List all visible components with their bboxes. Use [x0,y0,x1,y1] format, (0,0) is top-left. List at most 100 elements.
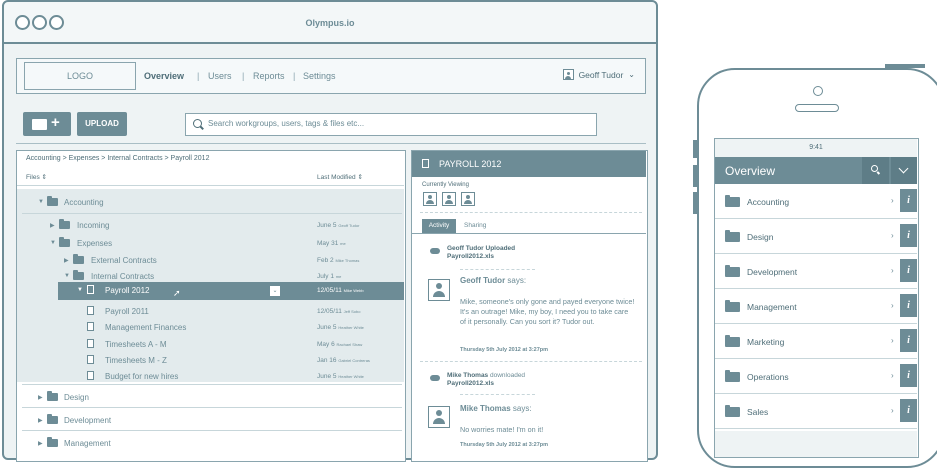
currently-viewing-label: Currently Viewing [422,182,469,188]
new-folder-button[interactable]: + [23,112,71,136]
chevron-right-icon: › [891,406,894,415]
folder-icon [59,219,70,229]
folder-name: Design [64,393,89,402]
info-button[interactable]: i [900,329,917,352]
viewer-avatar[interactable] [461,192,475,206]
caret-down-icon[interactable]: ▼ [64,273,70,279]
comment-author: Mike Thomas says: [460,404,532,413]
row-options-dropdown[interactable]: ⌄ [270,286,280,296]
plus-icon: + [51,114,60,131]
nav-reports[interactable]: Reports [253,71,285,81]
nav-settings[interactable]: Settings [303,71,336,81]
mobile-list-item-management[interactable]: Management › i [715,289,917,324]
info-button[interactable]: i [900,399,917,422]
comment-date: Thursday 5th July 2012 at 3:27pm [460,442,549,448]
event-actor: Mike Thomas [447,372,489,379]
document-icon [87,371,94,380]
mobile-list-item-accounting[interactable]: Accounting › i [715,184,917,219]
upload-cloud-icon [430,248,440,254]
file-detail-panel: PAYROLL 2012 Currently Viewing Activity … [411,150,648,462]
file-browser-panel: Accounting > Expenses > Internal Contrac… [16,150,406,462]
divider [16,143,646,144]
nav-users[interactable]: Users [208,71,232,81]
logo[interactable]: LOGO [24,62,136,90]
list-item-label: Design [747,232,774,242]
column-header-last-modified[interactable]: Last Modified ⇕ [317,173,363,181]
detail-title: PAYROLL 2012 [439,159,502,169]
upload-button[interactable]: UPLOAD [77,112,127,136]
comment-body: No worries mate! I'm on it! [460,425,544,434]
chevron-right-icon: › [891,371,894,380]
user-name: Geoff Tudor [578,69,624,80]
mobile-list-item-sales[interactable]: Sales › i [715,394,917,429]
comment-author: Geoff Tudor says: [460,276,527,285]
comment-avatar [428,279,450,301]
search-input[interactable]: Search workgroups, users, tags & files e… [185,113,597,136]
info-button[interactable]: i [900,364,917,387]
caret-down-icon[interactable]: ▼ [50,240,56,246]
divider [22,384,402,385]
nav-separator: | [242,71,245,81]
document-icon [87,339,94,348]
modified-date: June 5 Heather White [317,324,364,331]
comment-avatar [428,406,450,428]
info-button[interactable]: i [900,294,917,317]
info-button[interactable]: i [900,224,917,247]
comment-body: Mike, someone's only gone and payed ever… [460,297,635,326]
folder-icon [59,237,70,247]
folder-name: Accounting [64,198,104,207]
list-item-label: Management [747,302,797,312]
event-file-link[interactable]: Payroll2012.xls [447,380,494,387]
event-file-link[interactable]: Payroll2012.xls [447,253,494,260]
breadcrumb[interactable]: Accounting > Expenses > Internal Contrac… [26,155,209,162]
mobile-list-item-marketing[interactable]: Marketing › i [715,324,917,359]
caret-right-icon[interactable]: ▶ [38,440,43,447]
search-icon [193,119,202,128]
tree-row-management[interactable]: ▶ Management [17,432,404,455]
mobile-list-item-development[interactable]: Development › i [715,254,917,289]
nav-overview[interactable]: Overview [144,71,184,81]
list-item-label: Marketing [747,337,785,347]
tab-sharing[interactable]: Sharing [464,222,486,229]
tree-row-payroll-2012-selected[interactable]: ▼ Payroll 2012 ➚ ⌄ 12/05/11 Mike Webb [58,282,404,300]
folder-icon [47,437,58,447]
tree-row-accounting[interactable]: ▼ Accounting [17,191,404,214]
document-icon [87,322,94,331]
tree-row-development[interactable]: ▶ Development [17,409,404,432]
divider [17,185,404,186]
viewer-avatar[interactable] [442,192,456,206]
caret-right-icon[interactable]: ▶ [38,394,43,401]
column-header-files[interactable]: Files ⇕ [26,173,47,181]
info-button[interactable]: i [900,259,917,282]
caret-right-icon[interactable]: ▶ [50,222,55,229]
viewer-avatar[interactable] [423,192,437,206]
folder-icon [47,196,58,206]
file-name: Payroll 2012 [105,286,150,295]
caret-right-icon[interactable]: ▶ [64,257,69,264]
mobile-search-button[interactable] [862,157,889,184]
chevron-right-icon: › [891,266,894,275]
download-cloud-icon [430,375,440,381]
mobile-list-item-operations[interactable]: Operations › i [715,359,917,394]
browser-titlebar: Olympus.io [4,2,656,44]
mobile-menu-button[interactable] [891,157,917,184]
search-icon [871,165,878,172]
tree-row-design[interactable]: ▶ Design [17,386,404,409]
list-item-label: Accounting [747,197,790,207]
caret-right-icon[interactable]: ▶ [38,417,43,424]
mobile-list-item-design[interactable]: Design › i [715,219,917,254]
caret-down-icon[interactable]: ▼ [77,287,83,293]
tab-activity[interactable]: Activity [422,219,456,233]
folder-icon [725,230,740,242]
caret-down-icon[interactable]: ▼ [38,199,44,205]
file-name: Payroll 2011 [105,307,149,316]
file-name: Budget for new hires [105,372,179,381]
comment-date: Thursday 5th July 2012 at 3:27pm [460,347,549,353]
folder-icon [725,195,740,207]
activity-event: Geoff Tudor Uploaded Payroll2012.xls [447,245,515,261]
folder-icon [725,370,740,382]
user-menu[interactable]: Geoff Tudor ⌄ [562,69,635,80]
info-button[interactable]: i [900,189,917,212]
list-item-label: Sales [747,407,769,417]
modified-date: May 6 Rachael Shaw [317,341,363,348]
